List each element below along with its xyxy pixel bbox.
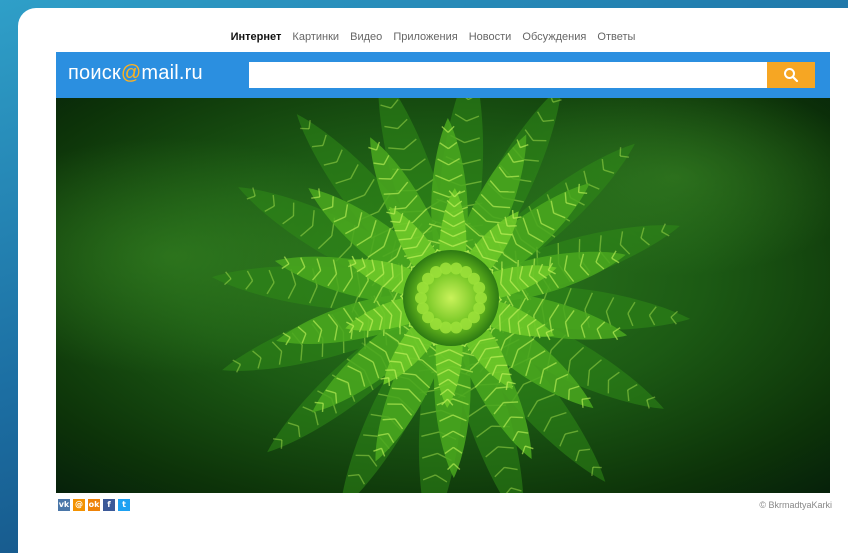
logo-at-sign: @ <box>120 62 142 84</box>
tab-news[interactable]: Новости <box>469 31 512 43</box>
odnoklassniki-icon[interactable]: ok <box>88 499 100 511</box>
tab-answers[interactable]: Ответы <box>597 31 635 43</box>
tab-discussions[interactable]: Обсуждения <box>522 31 586 43</box>
twitter-icon[interactable]: t <box>118 499 130 511</box>
tab-images[interactable]: Картинки <box>292 31 339 43</box>
logo-text-search: поиск <box>68 62 121 84</box>
background-photo <box>56 98 830 493</box>
search-header-bar: поиск@mail.ru <box>56 52 830 98</box>
tab-internet[interactable]: Интернет <box>231 31 282 43</box>
search-button[interactable] <box>767 62 815 88</box>
vk-icon[interactable]: vk <box>58 499 70 511</box>
site-logo[interactable]: поиск@mail.ru <box>68 62 203 85</box>
social-share-bar: vk @ ok f t <box>58 499 130 511</box>
logo-text-tld: .ru <box>178 62 203 84</box>
photo-credit[interactable]: © BkrmadtyaKarki <box>759 500 832 510</box>
browser-page: Интернет Картинки Видео Приложения Новос… <box>18 8 848 553</box>
mail-icon[interactable]: @ <box>73 499 85 511</box>
search-icon <box>784 68 799 83</box>
tab-video[interactable]: Видео <box>350 31 382 43</box>
facebook-icon[interactable]: f <box>103 499 115 511</box>
search-input[interactable] <box>249 62 767 88</box>
search-category-nav: Интернет Картинки Видео Приложения Новос… <box>18 31 848 43</box>
tab-apps[interactable]: Приложения <box>393 31 457 43</box>
logo-text-mail: mail <box>141 62 179 84</box>
green-plant-photo-icon <box>56 98 830 493</box>
